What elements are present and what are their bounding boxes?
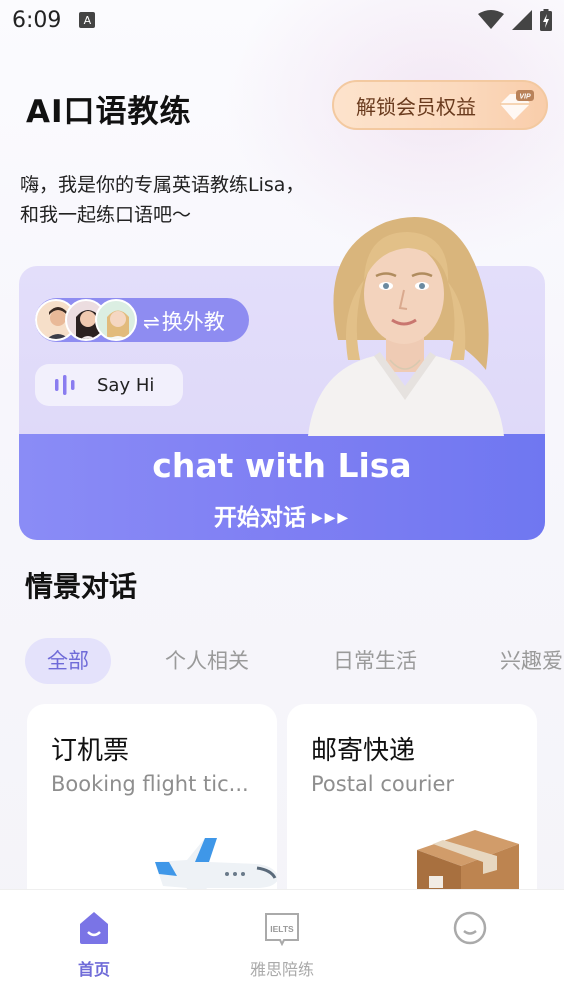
status-icons (478, 9, 552, 31)
notification-icon: A (79, 12, 96, 28)
play-arrows-icon: ▶▶▶ (311, 510, 351, 526)
profile-icon (453, 911, 487, 945)
swap-arrows-icon: ⇌ (143, 310, 160, 334)
scene-category-tabs: 全部 个人相关 日常生活 兴趣爱 (0, 638, 564, 684)
scene-card-title: 邮寄快递 (311, 736, 416, 766)
say-hi-label: Say Hi (97, 374, 155, 396)
nav-ielts-label: 雅思陪练 (249, 960, 314, 979)
greeting-line-1: 嗨，我是你的专属英语教练Lisa， (20, 174, 305, 196)
nav-ielts-practice[interactable]: IELTS 雅思陪练 (222, 910, 342, 980)
battery-icon (540, 9, 552, 31)
scene-card-subtitle: Booking flight tic... (51, 772, 249, 796)
scene-dialog-title: 情景对话 (25, 570, 138, 603)
scene-card-subtitle: Postal courier (311, 772, 455, 796)
tab-personal[interactable]: 个人相关 (165, 638, 249, 684)
nav-home-label: 首页 (77, 960, 110, 979)
nav-home[interactable]: 首页 (34, 910, 154, 980)
ielts-icon-text: IELTS (270, 924, 294, 934)
home-icon (80, 912, 108, 944)
coach-greeting: 嗨，我是你的专属英语教练Lisa， 和我一起练口语吧～ (20, 170, 304, 230)
unlock-vip-button[interactable]: 解锁会员权益 VIP (332, 80, 548, 130)
nav-profile[interactable] (410, 910, 530, 956)
bottom-navigation: 首页 IELTS 雅思陪练 (0, 889, 564, 1004)
ielts-book-icon: IELTS (265, 913, 299, 947)
tutor-lisa-portrait (308, 216, 504, 436)
tab-daily-life[interactable]: 日常生活 (333, 638, 417, 684)
switch-tutor-text: 换外教 (161, 310, 225, 334)
voice-wave-icon (55, 375, 75, 395)
start-conversation-button[interactable]: 开始对话 ▶▶▶ (19, 498, 545, 532)
status-bar: 6:09 A (0, 0, 564, 40)
app-title: AI口语教练 (26, 94, 192, 130)
greeting-line-2: 和我一起练口语吧～ (20, 204, 192, 226)
tutor-avatar-3 (95, 299, 137, 341)
signal-icon (512, 10, 532, 30)
say-hi-button[interactable]: Say Hi (35, 364, 183, 406)
app-screen: 6:09 A AI口语教练 解锁会员权益 VIP 嗨，我是你的专属英语教练Lis… (0, 0, 564, 1004)
switch-tutor-label: ⇌换外教 (143, 306, 225, 336)
switch-tutor-button[interactable]: ⇌换外教 (35, 298, 249, 342)
status-time: 6:09 (12, 7, 62, 33)
wifi-icon (478, 10, 504, 29)
vip-badge-text: VIP (519, 94, 531, 101)
vip-diamond-icon: VIP (500, 90, 534, 120)
scene-card-title: 订机票 (51, 736, 130, 766)
tab-all[interactable]: 全部 (25, 638, 111, 684)
chat-with-lisa-title: chat with Lisa (152, 446, 412, 485)
vip-button-label: 解锁会员权益 (356, 94, 476, 119)
tab-hobbies[interactable]: 兴趣爱 (500, 638, 563, 684)
start-conversation-label: 开始对话 (213, 505, 306, 531)
